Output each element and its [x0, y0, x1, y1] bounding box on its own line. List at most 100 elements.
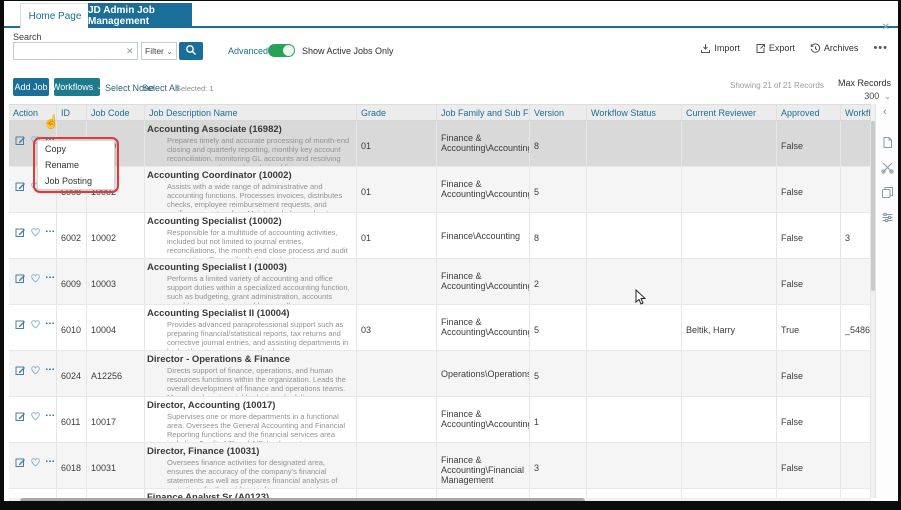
cell-current-reviewer — [682, 443, 777, 488]
table-row[interactable]: …600710000Accounting Associate (16982)Pr… — [9, 121, 871, 167]
context-menu-item-copy[interactable]: Copy — [38, 141, 114, 157]
search-input[interactable] — [13, 42, 138, 60]
column-header-grade[interactable]: Grade — [357, 105, 437, 120]
row-more-icon[interactable]: … — [45, 225, 55, 235]
favorite-heart-icon[interactable] — [30, 273, 41, 285]
row-more-icon[interactable]: … — [45, 455, 55, 465]
collapse-panel-icon[interactable]: ‹ — [883, 106, 887, 118]
row-more-icon[interactable]: … — [45, 271, 55, 281]
cell-job-description[interactable]: Accounting Associate (16982) Prepares tim… — [145, 121, 357, 166]
cell-job-description[interactable]: Accounting Specialist I (10003) Performs … — [145, 259, 357, 304]
table-row[interactable]: … 6010 10004 Accounting Specialist II (1000… — [9, 305, 871, 351]
favorite-heart-icon[interactable] — [30, 365, 41, 377]
cell-id: 6018 — [57, 443, 87, 488]
table-row[interactable]: … 6002 10002 Accounting Specialist (10002) R… — [9, 213, 871, 259]
cell-job-description[interactable]: Accounting Specialist II (10004) Provides… — [145, 305, 357, 350]
cell-current-reviewer — [682, 259, 777, 304]
edit-icon[interactable] — [15, 411, 26, 424]
job-title[interactable]: Director - Operations & Finance — [145, 351, 356, 366]
job-title[interactable]: Director, Accounting (10017) — [145, 397, 356, 412]
horizontal-scrollbar-thumb[interactable] — [20, 498, 585, 501]
show-active-jobs-toggle[interactable] — [268, 44, 295, 57]
tab-home-page[interactable]: Home Page — [20, 3, 90, 28]
row-more-icon[interactable]: … — [45, 363, 55, 373]
clear-search-icon[interactable]: ✕ — [126, 46, 134, 57]
filter-dropdown[interactable]: Filter ⌄ — [141, 42, 177, 60]
copy-icon[interactable] — [881, 186, 894, 199]
cut-icon[interactable] — [880, 161, 894, 174]
column-header-job-family-and-sub-family[interactable]: Job Family and Sub Family — [437, 105, 530, 120]
cell-id: 6009 — [57, 259, 87, 304]
settings-sliders-icon[interactable] — [881, 211, 894, 224]
search-button[interactable] — [179, 42, 203, 60]
app-window: Home Page JD Admin Job Management ✕ Sear… — [4, 1, 898, 501]
advanced-link[interactable]: Advanced — [228, 46, 268, 56]
export-button[interactable]: Export — [755, 43, 795, 54]
job-title[interactable]: Director, Finance (10031) — [145, 443, 356, 458]
column-header-job-code[interactable]: Job Code — [87, 105, 145, 120]
more-menu-icon[interactable]: ••• — [873, 42, 888, 54]
cell-grade — [357, 351, 437, 396]
cell-workflow-pri — [841, 259, 871, 304]
table-row[interactable]: … 6024 A12256 Director - Operations & Finan… — [9, 351, 871, 397]
column-header-job-description-name[interactable]: Job Description Name — [145, 105, 357, 120]
job-summary-text: Directs support of finance, operations, … — [167, 366, 346, 396]
table-row[interactable]: Finance Analyst Sr (A0123) — [9, 489, 871, 498]
cell-job-description[interactable]: Director, Finance (10031) Oversees financ… — [145, 443, 357, 488]
edit-icon[interactable] — [15, 457, 26, 470]
favorite-heart-icon[interactable] — [30, 319, 41, 331]
tab-jd-admin-job-management[interactable]: JD Admin Job Management — [88, 3, 192, 28]
favorite-heart-icon[interactable] — [30, 457, 41, 469]
row-more-icon[interactable]: … — [45, 409, 55, 419]
column-header-workflow-status[interactable]: Workflow Status — [587, 105, 682, 120]
column-header-version[interactable]: Version — [530, 105, 587, 120]
column-header-workflow-pri[interactable]: Workflow Pri — [841, 105, 871, 120]
cell-job-description[interactable]: Finance Analyst Sr (A0123) — [145, 489, 357, 498]
cell-job-description[interactable]: Director - Operations & Finance Directs s… — [145, 351, 357, 396]
row-more-icon[interactable]: … — [45, 317, 55, 327]
favorite-heart-icon[interactable] — [30, 227, 41, 239]
favorite-heart-icon[interactable] — [30, 411, 41, 423]
job-title[interactable]: Accounting Coordinator (10002) — [145, 167, 356, 182]
job-title[interactable]: Accounting Specialist I (10003) — [145, 259, 356, 274]
job-title[interactable]: Accounting Specialist II (10004) — [145, 305, 356, 320]
column-header-current-reviewer[interactable]: Current Reviewer — [682, 105, 777, 120]
cell-workflow-pri: _54866003 — [841, 305, 871, 350]
table-row[interactable]: … 6018 10031 Director, Finance (10031) Overs… — [9, 443, 871, 489]
edit-icon[interactable] — [15, 227, 26, 240]
job-title[interactable]: Finance Analyst Sr (A0123) — [145, 489, 356, 498]
column-header-action[interactable]: Action — [9, 105, 57, 120]
context-menu-item-rename[interactable]: Rename — [38, 157, 114, 173]
import-button[interactable]: Import — [700, 43, 740, 54]
context-menu-item-job-posting[interactable]: Job Posting — [38, 173, 114, 189]
edit-icon[interactable] — [15, 365, 26, 378]
cell-job-description[interactable]: Accounting Specialist (10002) Responsible… — [145, 213, 357, 258]
table-row[interactable]: … 6011 10017 Director, Accounting (10017) Su… — [9, 397, 871, 443]
edit-icon[interactable] — [15, 181, 26, 194]
edit-icon[interactable] — [15, 319, 26, 332]
column-header-id[interactable]: ID — [57, 105, 87, 120]
table-row[interactable]: …600810002Accounting Coordinator (10002)… — [9, 167, 871, 213]
job-title[interactable]: Accounting Specialist (10002) — [145, 213, 356, 228]
row-actions-cell: … — [9, 351, 57, 396]
workflows-dropdown-button[interactable]: Workflows ⌄ — [52, 78, 102, 96]
cell-job-description[interactable]: Accounting Coordinator (10002) Assists wi… — [145, 167, 357, 212]
max-records-dropdown[interactable]: 300 ⌄ — [864, 91, 891, 101]
cell-approved: False — [777, 443, 841, 488]
close-icon[interactable]: ✕ — [882, 22, 890, 33]
table-row[interactable]: … 6009 10003 Accounting Specialist I (10003… — [9, 259, 871, 305]
select-all-link[interactable]: Select All — [142, 83, 179, 93]
add-job-button[interactable]: Add Job — [13, 78, 49, 96]
archives-button[interactable]: Archives — [810, 42, 858, 54]
horizontal-scrollbar[interactable] — [9, 498, 871, 501]
column-header-approved[interactable]: Approved — [777, 105, 841, 120]
document-icon[interactable] — [881, 136, 894, 149]
cell-job-description[interactable]: Director, Accounting (10017) Supervises o… — [145, 397, 357, 442]
edit-icon[interactable] — [15, 135, 26, 148]
cell-approved — [777, 489, 841, 498]
job-title[interactable]: Accounting Associate (16982) — [145, 121, 356, 136]
search-label: Search — [13, 32, 42, 42]
show-active-jobs-label: Show Active Jobs Only — [302, 46, 394, 56]
cell-version: 3 — [530, 443, 587, 488]
edit-icon[interactable] — [15, 273, 26, 286]
